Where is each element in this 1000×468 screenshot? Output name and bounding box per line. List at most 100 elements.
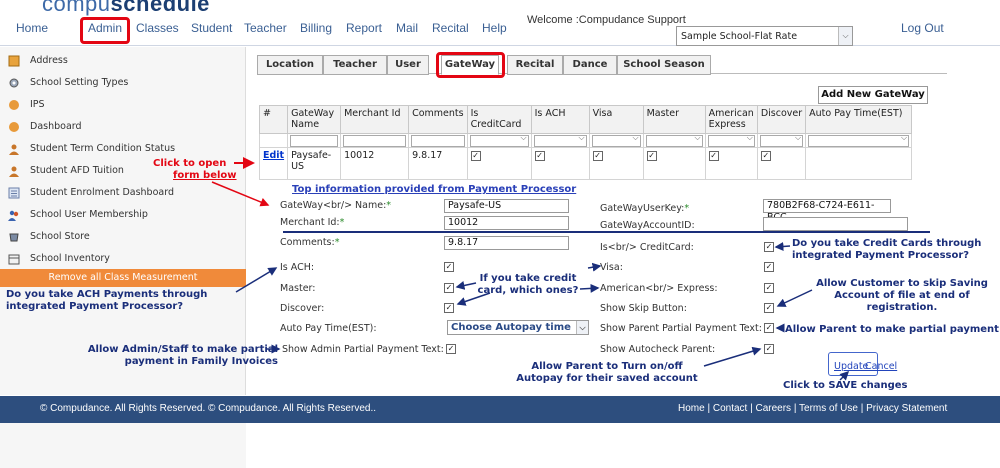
add-new-gateway-button[interactable]: Add New GateWay bbox=[818, 86, 928, 104]
show-autocheck-parent-checkbox[interactable]: ✓ bbox=[764, 344, 774, 354]
auto-pay-time-label: Auto Pay Time(EST): bbox=[280, 323, 377, 334]
annotation-credit-cards-question: Do you take Credit Cards through integra… bbox=[792, 238, 982, 261]
show-autocheck-parent-label: Show Autocheck Parent: bbox=[600, 344, 716, 355]
footer-link-contact[interactable]: Contact bbox=[713, 403, 747, 414]
show-admin-partial-label: Show Admin Partial Payment Text: bbox=[282, 344, 444, 355]
sidebar-item-label: School Setting Types bbox=[30, 77, 129, 88]
sidebar-item-label: Student AFD Tuition bbox=[30, 165, 124, 176]
update-link[interactable]: Update bbox=[834, 361, 868, 372]
address-icon bbox=[8, 55, 20, 67]
checkbox: ✓ bbox=[592, 151, 603, 161]
filter-select[interactable] bbox=[591, 133, 641, 147]
master-checkbox[interactable]: ✓ bbox=[444, 283, 454, 293]
nav-report[interactable]: Report bbox=[346, 21, 382, 35]
filter-select[interactable] bbox=[533, 133, 587, 147]
filter-select[interactable] bbox=[759, 133, 804, 147]
cancel-link[interactable]: Cancel bbox=[865, 361, 897, 372]
sidebar-item-school-store[interactable]: School Store bbox=[0, 227, 246, 247]
nav-help[interactable]: Help bbox=[482, 21, 507, 35]
visa-label: Visa: bbox=[600, 262, 623, 273]
is-ach-checkbox[interactable]: ✓ bbox=[444, 262, 454, 272]
sidebar-item-address[interactable]: Address bbox=[0, 51, 246, 71]
column-header[interactable]: GateWay Name bbox=[287, 105, 342, 134]
american-express-checkbox[interactable]: ✓ bbox=[764, 283, 774, 293]
visa-checkbox[interactable]: ✓ bbox=[764, 262, 774, 272]
column-header[interactable]: Master bbox=[642, 105, 706, 134]
nav-classes[interactable]: Classes bbox=[136, 21, 179, 35]
gateway-name-input[interactable]: Paysafe-US bbox=[444, 199, 569, 213]
nav-mail[interactable]: Mail bbox=[396, 21, 418, 35]
show-skip-button-checkbox[interactable]: ✓ bbox=[764, 303, 774, 313]
is-creditcard-checkbox[interactable]: ✓ bbox=[764, 242, 774, 252]
nav-home[interactable]: Home bbox=[16, 21, 48, 35]
is-creditcard-label: Is<br/> CreditCard: bbox=[600, 242, 694, 253]
chevron-down-icon: ⌵ bbox=[576, 321, 588, 334]
annotation-skip-saving: Allow Customer to skip Saving Account of… bbox=[816, 278, 988, 313]
sidebar-item-student-term-condition-status[interactable]: Student Term Condition Status bbox=[0, 139, 246, 159]
filter-input[interactable] bbox=[411, 135, 465, 147]
gateway-account-id-label: GateWayAccountID: bbox=[600, 220, 695, 231]
sidebar-item-dashboard[interactable]: Dashboard bbox=[0, 117, 246, 137]
admin-highlight bbox=[80, 17, 130, 44]
filter-select[interactable] bbox=[808, 133, 910, 147]
logout-link[interactable]: Log Out bbox=[901, 21, 944, 35]
footer-link-terms[interactable]: Terms of Use bbox=[799, 403, 858, 414]
american-express-label: American<br/> Express: bbox=[600, 283, 718, 294]
footer: © Compudance. All Rights Reserved. © Com… bbox=[0, 396, 1000, 423]
sidebar-item-label: Dashboard bbox=[30, 121, 82, 132]
edit-link[interactable]: Edit bbox=[263, 150, 284, 161]
column-header[interactable]: Is CreditCard bbox=[466, 105, 532, 134]
footer-link-home[interactable]: Home bbox=[678, 403, 705, 414]
annotation-form-below: form below bbox=[173, 170, 237, 181]
filter-input[interactable] bbox=[290, 135, 339, 147]
comments-input[interactable]: 9.8.17 bbox=[444, 236, 569, 250]
nav-recital[interactable]: Recital bbox=[432, 21, 469, 35]
annotation-which-cards: If you take credit card, which ones? bbox=[477, 273, 579, 296]
sidebar-item-student-enrolment-dashboard[interactable]: Student Enrolment Dashboard bbox=[0, 183, 246, 203]
remove-class-measurement-button[interactable]: Remove all Class Measurement bbox=[0, 269, 246, 287]
gateway-user-key-input[interactable]: 780B2F68-C724-E611-BCC bbox=[763, 199, 891, 223]
sidebar-item-ips[interactable]: IPS bbox=[0, 95, 246, 115]
column-header[interactable]: Visa bbox=[588, 105, 644, 134]
show-admin-partial-checkbox[interactable]: ✓ bbox=[446, 344, 456, 354]
merchant-id-label: Merchant Id:* bbox=[280, 217, 345, 228]
filter-select[interactable] bbox=[645, 133, 703, 147]
nav-teacher[interactable]: Teacher bbox=[244, 21, 287, 35]
auto-pay-time-select[interactable]: Choose Autopay time ⌵ bbox=[447, 320, 589, 335]
column-header[interactable]: American Express bbox=[704, 105, 758, 134]
master-label: Master: bbox=[280, 283, 316, 294]
row-edit-cell: Edit bbox=[258, 147, 289, 180]
settings-icon bbox=[9, 78, 19, 88]
sidebar-item-school-user-membership[interactable]: School User Membership bbox=[0, 205, 246, 225]
checkbox: ✓ bbox=[708, 151, 719, 161]
row-comments: 9.8.17 bbox=[408, 147, 468, 180]
gateway-name-label: GateWay<br/> Name:* bbox=[280, 200, 392, 211]
sidebar-item-school-inventory[interactable]: School Inventory bbox=[0, 249, 246, 269]
nav-student[interactable]: Student bbox=[191, 21, 232, 35]
show-parent-partial-checkbox[interactable]: ✓ bbox=[764, 323, 774, 333]
filter-select[interactable] bbox=[707, 133, 755, 147]
sidebar-item-label: Address bbox=[30, 55, 68, 66]
annotation-top-info: Top information provided from Payment Pr… bbox=[292, 184, 577, 195]
merchant-id-input[interactable]: 10012 bbox=[444, 216, 569, 230]
school-select[interactable]: Sample School-Flat Rate ⌵ bbox=[676, 26, 853, 46]
checkbox: ✓ bbox=[646, 151, 657, 161]
column-header[interactable]: Comments bbox=[408, 105, 468, 134]
filter-input[interactable] bbox=[343, 135, 407, 147]
sidebar-item-school-setting-types[interactable]: School Setting Types bbox=[0, 73, 246, 93]
footer-link-privacy[interactable]: Privacy Statement bbox=[866, 403, 947, 414]
table-row: Edit Paysafe-US 10012 9.8.17 ✓ ✓ ✓ ✓ ✓ ✓ bbox=[258, 147, 913, 180]
discover-checkbox[interactable]: ✓ bbox=[444, 303, 454, 313]
footer-link-careers[interactable]: Careers bbox=[755, 403, 791, 414]
column-header[interactable]: Discover bbox=[756, 105, 807, 134]
filter-select[interactable] bbox=[469, 133, 529, 147]
filter-cell bbox=[258, 133, 289, 148]
nav-billing[interactable]: Billing bbox=[300, 21, 332, 35]
column-header[interactable]: Auto Pay Time(EST) bbox=[805, 105, 913, 134]
store-icon bbox=[9, 233, 19, 242]
row-merchant-id: 10012 bbox=[340, 147, 410, 180]
column-header[interactable]: Is ACH bbox=[530, 105, 590, 134]
user-icon bbox=[9, 166, 19, 177]
gateway-account-id-input[interactable] bbox=[763, 217, 908, 231]
column-header[interactable]: Merchant Id bbox=[340, 105, 410, 134]
